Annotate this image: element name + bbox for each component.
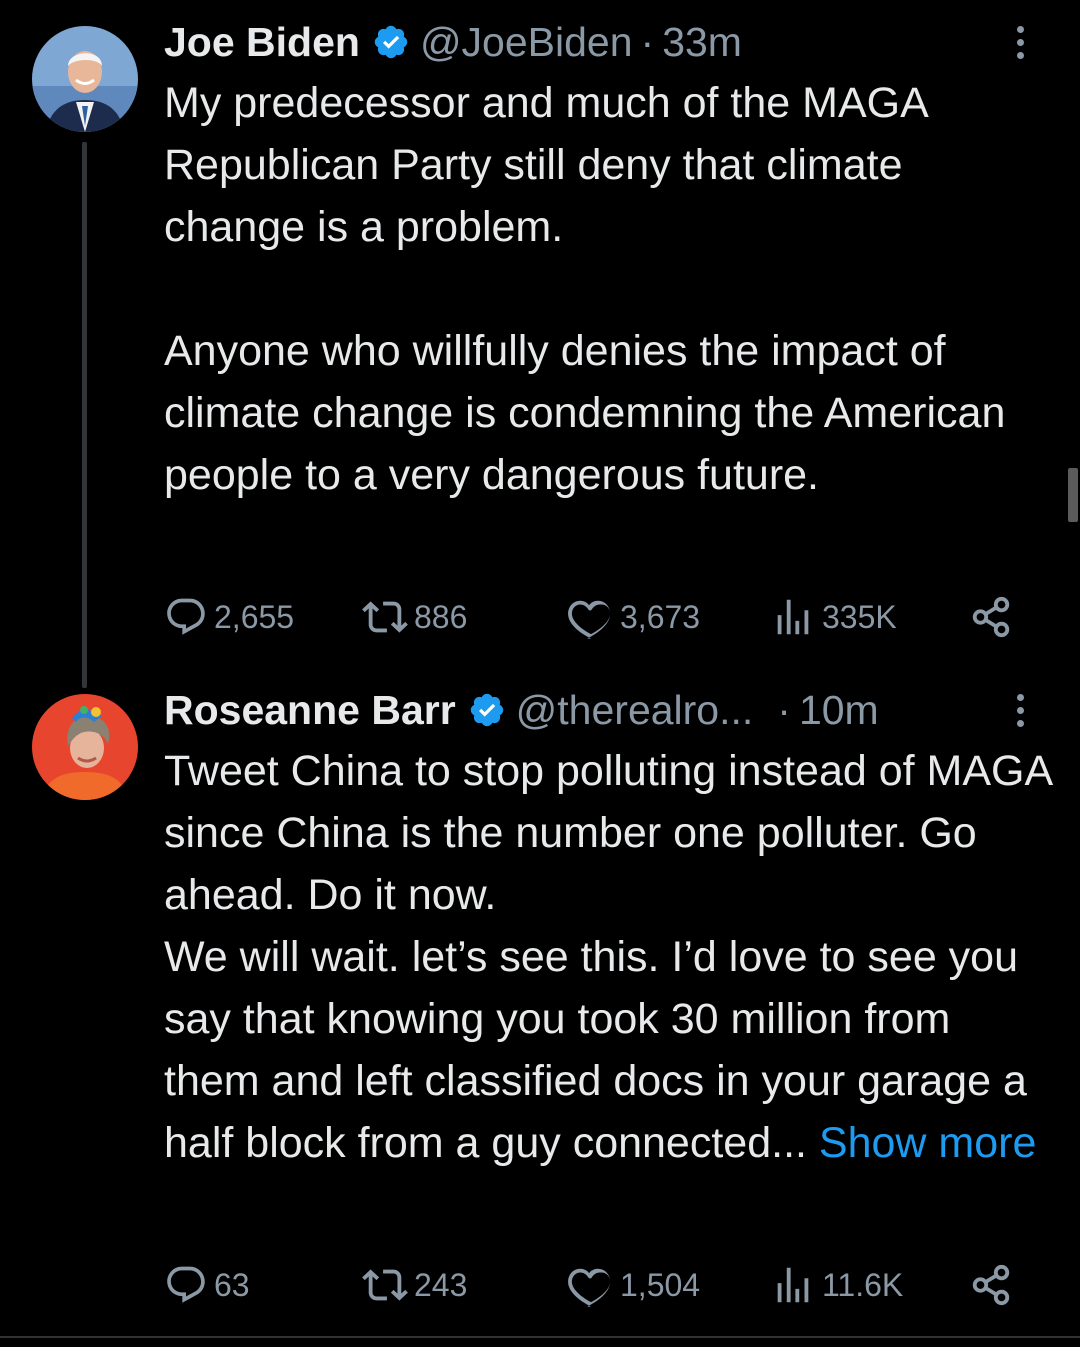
like-button[interactable]: 1,504	[568, 1260, 700, 1310]
timestamp[interactable]: 10m	[799, 686, 879, 734]
tweet-header: Joe Biden @JoeBiden · 33m	[164, 18, 1040, 66]
reply-count: 2,655	[214, 598, 295, 635]
tweet-header: Roseanne Barr @therealro... · 10m	[164, 686, 1040, 734]
retweet-button[interactable]: 243	[362, 1260, 467, 1310]
verified-badge-icon	[470, 693, 503, 727]
views-button[interactable]: 335K	[770, 592, 897, 642]
reply-icon	[167, 1266, 205, 1303]
more-icon[interactable]	[1000, 686, 1040, 734]
scrollbar[interactable]	[1068, 468, 1078, 522]
views-count: 335K	[822, 598, 897, 635]
separator-dot: ·	[777, 687, 791, 733]
more-icon[interactable]	[1000, 18, 1040, 66]
reply-button[interactable]: 63	[164, 1260, 250, 1310]
timestamp[interactable]: 33m	[662, 18, 742, 66]
retweet-icon	[362, 1269, 408, 1301]
avatar[interactable]	[32, 26, 138, 132]
tweet-actions: 2,655 886 3,673 335K	[164, 592, 1024, 642]
tweet-text: Tweet China to stop polluting instead of…	[164, 740, 1056, 1174]
separator-dot: ·	[640, 19, 655, 65]
author-name[interactable]: Joe Biden	[164, 18, 360, 66]
tweet-roseanne-barr[interactable]: Roseanne Barr @therealro... · 10m Tweet …	[0, 668, 1080, 1336]
author-handle[interactable]: @JoeBiden	[420, 18, 633, 66]
thread-line	[82, 142, 87, 688]
author-handle[interactable]: @therealro...	[516, 686, 754, 734]
verified-badge-icon	[374, 25, 408, 59]
views-button[interactable]: 11.6K	[770, 1260, 903, 1310]
reply-icon	[167, 598, 205, 635]
tweet-text: My predecessor and much of the MAGA Repu…	[164, 72, 1050, 506]
tweet-actions: 63 243 1,504 11.6K	[164, 1260, 1024, 1310]
tweet-paragraph: We will wait. let’s see this. I’d love t…	[164, 926, 1056, 1174]
views-icon	[777, 599, 809, 635]
like-count: 1,504	[620, 1266, 701, 1303]
share-button[interactable]	[968, 1260, 1014, 1310]
views-count: 11.6K	[822, 1266, 904, 1303]
tweet-paragraph: My predecessor and much of the MAGA Repu…	[164, 79, 927, 251]
retweet-count: 886	[414, 598, 468, 635]
views-icon	[777, 1267, 809, 1303]
like-icon	[568, 1268, 611, 1307]
tweet-paragraph: Tweet China to stop polluting instead of…	[164, 747, 1051, 919]
author-name[interactable]: Roseanne Barr	[164, 686, 456, 734]
like-count: 3,673	[620, 598, 701, 635]
retweet-count: 243	[414, 1266, 468, 1303]
divider	[0, 1336, 1080, 1338]
share-icon	[972, 1264, 1010, 1306]
avatar[interactable]	[32, 694, 138, 800]
share-icon	[972, 596, 1010, 638]
show-more-link[interactable]: Show more	[819, 1119, 1036, 1167]
share-button[interactable]	[968, 592, 1014, 642]
reply-count: 63	[214, 1266, 250, 1303]
retweet-icon	[362, 601, 408, 633]
tweet-joe-biden[interactable]: Joe Biden @JoeBiden · 33m My predecessor…	[0, 0, 1080, 688]
like-icon	[568, 600, 611, 639]
reply-button[interactable]: 2,655	[164, 592, 294, 642]
tweet-paragraph: Anyone who willfully denies the impact o…	[164, 327, 1006, 499]
like-button[interactable]: 3,673	[568, 592, 700, 642]
retweet-button[interactable]: 886	[362, 592, 467, 642]
timeline: Joe Biden @JoeBiden · 33m My predecessor…	[0, 0, 1080, 1347]
